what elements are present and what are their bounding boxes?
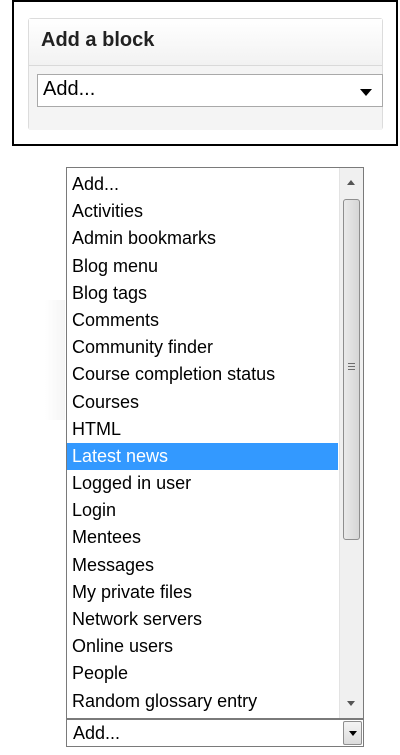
dropdown-option[interactable]: Messages (67, 552, 338, 579)
add-block-widget: Add a block Add... (28, 18, 383, 130)
add-block-title: Add a block (41, 29, 155, 51)
add-block-dropdown-select[interactable]: Add... (66, 719, 364, 747)
dropdown-option[interactable]: Admin bookmarks (67, 225, 338, 252)
dropdown-option[interactable]: Online users (67, 633, 338, 660)
add-block-select-value: Add... (43, 78, 96, 100)
options-container: Add... Activities Admin bookmarks Blog menu… (67, 171, 338, 715)
dropdown-option[interactable]: Latest news (67, 442, 338, 471)
dropdown-option[interactable]: Login (67, 497, 338, 524)
dropdown-option[interactable]: Activities (67, 198, 338, 225)
dropdown-option[interactable]: Comments (67, 307, 338, 334)
scrollbar-thumb[interactable] (343, 199, 360, 540)
dropdown-option[interactable]: People (67, 660, 338, 687)
add-block-select[interactable]: Add... (37, 74, 383, 107)
add-block-body: Add... (29, 66, 383, 130)
add-block-panel: Add a block Add... (12, 0, 398, 146)
dropdown-option[interactable]: HTML (67, 416, 338, 443)
dropdown-option[interactable]: Courses (67, 389, 338, 416)
dropdown-option[interactable]: Community finder (67, 334, 338, 361)
dropdown-option[interactable]: Add... (67, 171, 338, 198)
background-fragment (45, 300, 65, 420)
scroll-down-arrow-icon[interactable] (347, 701, 355, 706)
screen: Add a block Add... Add... Activities Admin… (0, 0, 400, 755)
grip-lines-icon (348, 363, 355, 372)
dropdown-option[interactable]: Course completion status (67, 361, 338, 388)
dropdown-option[interactable]: My private files (67, 579, 338, 606)
dropdown-option[interactable]: Network servers (67, 606, 338, 633)
dropdown-option[interactable]: Random glossary entry (67, 688, 338, 715)
chevron-down-icon[interactable] (360, 89, 372, 96)
chevron-down-icon (349, 731, 357, 736)
dropdown-option[interactable]: Blog menu (67, 253, 338, 280)
dropdown-option[interactable]: Mentees (67, 524, 338, 551)
dropdown-select-value: Add... (73, 723, 121, 743)
vertical-scrollbar[interactable] (339, 168, 363, 718)
scroll-up-arrow-icon[interactable] (347, 180, 355, 185)
add-block-header: Add a block (29, 19, 382, 66)
dropdown-toggle-button[interactable] (343, 721, 362, 745)
dropdown-option[interactable]: Blog tags (67, 280, 338, 307)
dropdown-option[interactable]: Logged in user (67, 470, 338, 497)
block-options-list[interactable]: Add... Activities Admin bookmarks Blog menu… (66, 167, 364, 719)
